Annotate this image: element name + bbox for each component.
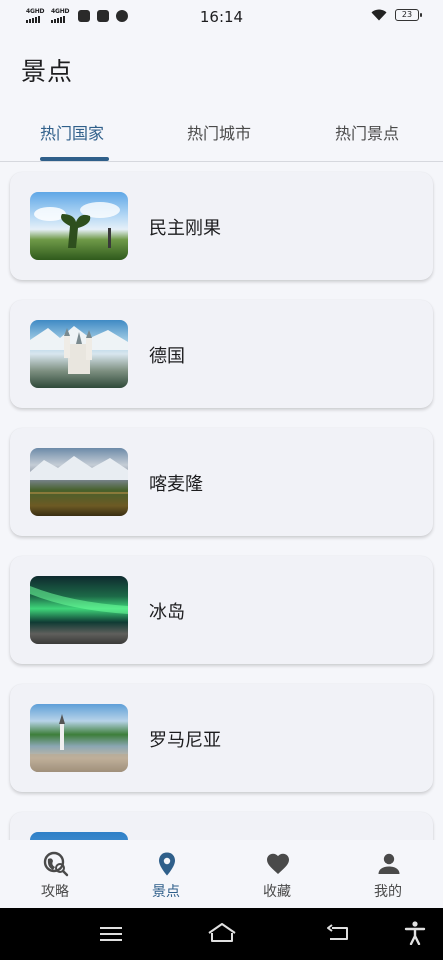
- heart-icon: [267, 853, 289, 874]
- bottom-nav: 攻略 景点 收藏 我的: [0, 840, 443, 908]
- nav-attractions[interactable]: 景点: [111, 840, 221, 908]
- back-icon[interactable]: [326, 924, 350, 942]
- travel-explore-icon: [43, 851, 69, 877]
- country-card[interactable]: 德国: [10, 300, 433, 408]
- wifi-icon: [371, 9, 387, 21]
- page-title: 景点: [21, 57, 74, 86]
- country-list: 民主刚果 德国 喀麦隆 冰岛 罗马尼亚: [0, 163, 443, 840]
- person-icon: [378, 853, 400, 874]
- status-right: 23: [371, 9, 422, 21]
- tab-bar: 热门国家 热门城市 热门景点: [0, 110, 443, 162]
- country-image: [30, 192, 128, 260]
- country-image: [30, 448, 128, 516]
- app-screen: 4GHD 4GHD 16:14 23 景点 热门国家 热门城市 热门景点 民主刚…: [0, 0, 443, 960]
- accessibility-icon[interactable]: [404, 921, 426, 945]
- country-name: 罗马尼亚: [149, 730, 221, 751]
- country-card[interactable]: 罗马尼亚: [10, 684, 433, 792]
- location-pin-icon: [159, 852, 175, 876]
- system-nav-bar: [0, 908, 443, 960]
- nav-label: 收藏: [263, 884, 291, 900]
- status-bar: 4GHD 4GHD 16:14 23: [0, 0, 443, 36]
- nav-favorites[interactable]: 收藏: [222, 840, 332, 908]
- tab-hot-countries[interactable]: 热门国家: [40, 120, 104, 144]
- menu-icon[interactable]: [100, 926, 122, 942]
- home-icon[interactable]: [207, 922, 237, 944]
- nav-guide[interactable]: 攻略: [0, 840, 110, 908]
- country-card[interactable]: 喀麦隆: [10, 428, 433, 536]
- country-image: [30, 576, 128, 644]
- country-name: 德国: [149, 346, 185, 367]
- country-name: 民主刚果: [149, 218, 221, 239]
- country-image: [30, 704, 128, 772]
- battery-icon: 23: [395, 9, 422, 21]
- country-image: [30, 832, 128, 840]
- country-card[interactable]: 民主刚果: [10, 172, 433, 280]
- country-name: 冰岛: [149, 602, 185, 623]
- country-image: [30, 320, 128, 388]
- tab-hot-attractions[interactable]: 热门景点: [335, 120, 399, 144]
- country-card[interactable]: [10, 812, 433, 840]
- country-name: 喀麦隆: [149, 474, 203, 495]
- tab-hot-cities[interactable]: 热门城市: [187, 120, 251, 144]
- tab-active-indicator: [40, 157, 109, 161]
- nav-label: 我的: [374, 884, 402, 900]
- country-card[interactable]: 冰岛: [10, 556, 433, 664]
- nav-label: 攻略: [41, 884, 69, 900]
- nav-label: 景点: [152, 884, 180, 900]
- nav-profile[interactable]: 我的: [333, 840, 443, 908]
